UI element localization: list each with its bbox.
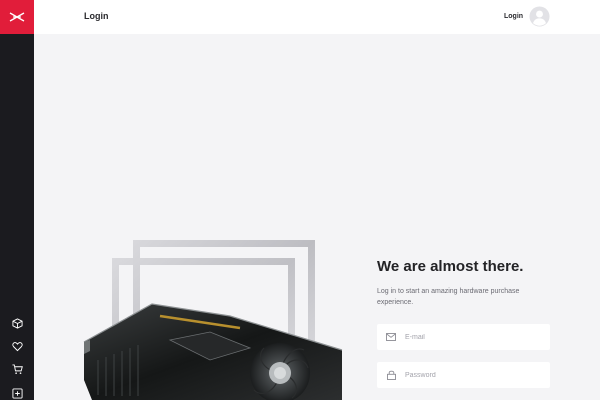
hero-graphics-card-image (83, 240, 343, 400)
password-input[interactable] (405, 371, 545, 379)
sidebar-item-cart[interactable] (10, 362, 24, 376)
sidebar (0, 0, 34, 400)
brand-logo-icon (9, 12, 25, 22)
email-field[interactable] (377, 324, 550, 350)
mail-icon (386, 332, 396, 342)
brand-logo[interactable] (0, 0, 34, 34)
user-avatar-icon (529, 6, 550, 27)
cube-icon (11, 317, 23, 329)
sidebar-item-add[interactable] (10, 386, 24, 400)
email-input[interactable] (405, 333, 545, 341)
page-title: Login (84, 11, 109, 21)
heart-icon (11, 341, 23, 351)
cart-icon (11, 363, 23, 374)
app-root: Login Login We are almost there. Log in … (0, 0, 600, 400)
login-headline: We are almost there. (377, 258, 524, 275)
login-subtext: Log in to start an amazing hardware purc… (377, 288, 520, 306)
avatar[interactable] (529, 6, 550, 27)
login-link[interactable]: Login (504, 13, 523, 20)
add-box-icon (11, 387, 23, 399)
password-field[interactable] (377, 362, 550, 388)
top-bar: Login Login (34, 0, 600, 34)
sidebar-item-favorites[interactable] (10, 339, 24, 353)
lock-icon (386, 370, 396, 380)
sidebar-item-products[interactable] (10, 316, 24, 330)
